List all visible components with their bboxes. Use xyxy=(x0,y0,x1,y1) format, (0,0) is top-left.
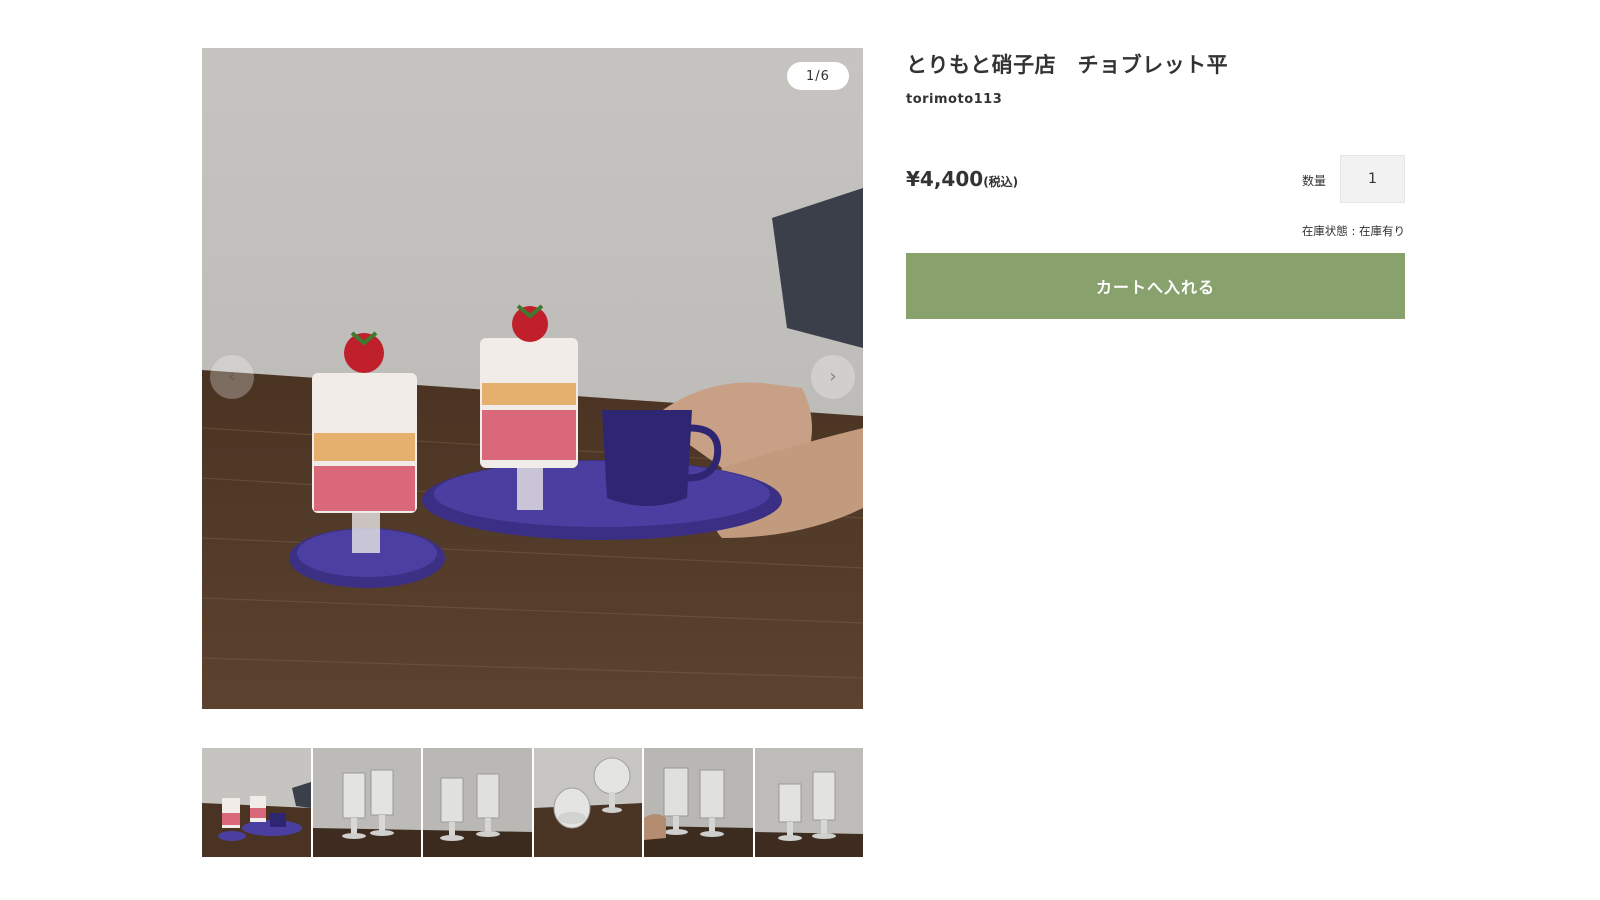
quantity-input[interactable] xyxy=(1340,155,1405,203)
main-product-image[interactable]: 1/6 ‹ › xyxy=(202,48,863,709)
thumbnail-3[interactable] xyxy=(423,748,532,857)
thumbnail-6[interactable] xyxy=(754,748,863,857)
shop-name[interactable]: torimoto113 xyxy=(906,92,1405,107)
next-image-button[interactable]: › xyxy=(811,355,855,399)
thumbnail-2-image xyxy=(312,748,421,857)
thumbnail-2[interactable] xyxy=(312,748,421,857)
thumbnail-6-image xyxy=(754,748,863,857)
thumbnail-strip xyxy=(202,748,863,857)
main-photo-illustration xyxy=(202,48,863,709)
previous-image-button[interactable]: ‹ xyxy=(210,355,254,399)
product-title: とりもと硝子店 チョブレット平 xyxy=(906,53,1229,77)
stock-status: 在庫状態 : 在庫有り xyxy=(1301,224,1405,238)
thumbnail-5-image xyxy=(644,748,753,857)
thumbnail-4[interactable] xyxy=(533,748,642,857)
price-value: ¥4,400 xyxy=(906,167,984,191)
thumbnail-5[interactable] xyxy=(644,748,753,857)
thumbnail-4-image xyxy=(533,748,642,857)
chevron-right-icon: › xyxy=(829,366,837,387)
product-info-panel: とりもと硝子店 チョブレット平 torimoto113 ¥4,400(税込) 数… xyxy=(906,48,1405,319)
product-price: ¥4,400(税込) xyxy=(906,167,1018,191)
quantity-label: 数量 xyxy=(1302,174,1327,188)
image-counter: 1/6 xyxy=(787,62,849,90)
thumbnail-1[interactable] xyxy=(202,748,311,857)
add-to-cart-button[interactable]: カートへ入れる xyxy=(906,253,1405,319)
price-row: ¥4,400(税込) 数量 xyxy=(906,155,1405,203)
thumbnail-1-image xyxy=(202,748,311,857)
chevron-left-icon: ‹ xyxy=(228,366,236,387)
tax-label: (税込) xyxy=(983,175,1019,189)
thumbnail-3-image xyxy=(423,748,532,857)
